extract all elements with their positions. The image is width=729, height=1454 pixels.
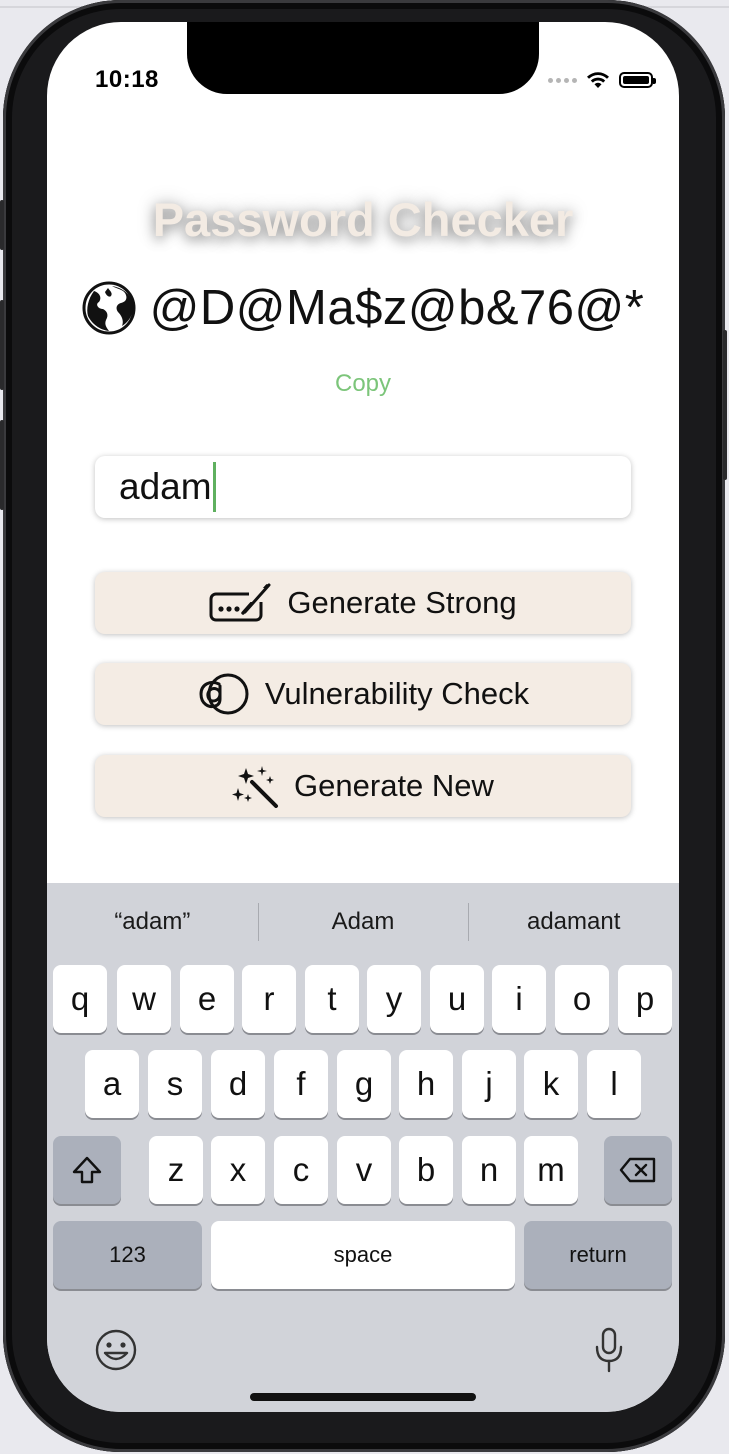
globe-icon <box>82 281 136 335</box>
space-key[interactable]: space <box>211 1221 515 1289</box>
generate-new-label: Generate New <box>294 768 494 803</box>
vulnerability-check-label: Vulnerability Check <box>264 676 530 711</box>
volume-down-button <box>0 420 4 510</box>
wifi-icon <box>587 72 609 88</box>
screen: 10:18 Password Checker @D@Ma$z@b&76@* Co… <box>47 22 679 1412</box>
suggestion-bar: “adam” Adam adamant <box>47 883 679 961</box>
key-z[interactable]: z <box>149 1136 203 1204</box>
at-symbol-icon <box>199 673 249 715</box>
password-input-value: adam <box>119 466 212 507</box>
cellular-signal-icon <box>548 77 577 83</box>
key-o[interactable]: o <box>555 965 609 1033</box>
text-caret <box>212 462 216 512</box>
generate-strong-button[interactable]: Generate Strong <box>95 572 631 634</box>
suggestion-3[interactable]: adamant <box>468 883 679 961</box>
key-f[interactable]: f <box>274 1050 328 1118</box>
keyboard: “adam” Adam adamant q w e r t y u i o p … <box>47 883 679 1412</box>
key-e[interactable]: e <box>180 965 234 1033</box>
key-c[interactable]: c <box>274 1136 328 1204</box>
status-indicators <box>548 68 656 92</box>
key-i[interactable]: i <box>492 965 546 1033</box>
key-r[interactable]: r <box>242 965 296 1033</box>
battery-icon <box>619 72 656 88</box>
key-m[interactable]: m <box>524 1136 578 1204</box>
shift-key[interactable] <box>53 1136 121 1204</box>
key-v[interactable]: v <box>337 1136 391 1204</box>
volume-up-button <box>0 300 4 390</box>
magic-wand-icon <box>232 766 279 808</box>
key-t[interactable]: t <box>305 965 359 1033</box>
shift-arrow-icon <box>72 1156 102 1184</box>
vulnerability-check-button[interactable]: Vulnerability Check <box>95 663 631 725</box>
mute-switch <box>0 200 4 250</box>
key-w[interactable]: w <box>117 965 171 1033</box>
key-k[interactable]: k <box>524 1050 578 1118</box>
key-s[interactable]: s <box>148 1050 202 1118</box>
microphone-icon[interactable] <box>593 1327 625 1373</box>
password-input[interactable]: adam <box>95 456 631 518</box>
key-n[interactable]: n <box>462 1136 516 1204</box>
delete-key[interactable] <box>604 1136 672 1204</box>
emoji-icon[interactable] <box>95 1329 137 1371</box>
key-u[interactable]: u <box>430 965 484 1033</box>
key-d[interactable]: d <box>211 1050 265 1118</box>
key-l[interactable]: l <box>587 1050 641 1118</box>
generate-new-button[interactable]: Generate New <box>95 755 631 817</box>
key-q[interactable]: q <box>53 965 107 1033</box>
status-time: 10:18 <box>95 66 159 93</box>
power-button <box>723 330 727 480</box>
backspace-icon <box>619 1157 656 1183</box>
key-b[interactable]: b <box>399 1136 453 1204</box>
return-key[interactable]: return <box>524 1221 672 1289</box>
key-h[interactable]: h <box>399 1050 453 1118</box>
home-indicator[interactable] <box>250 1393 476 1401</box>
key-g[interactable]: g <box>337 1050 391 1118</box>
key-y[interactable]: y <box>367 965 421 1033</box>
key-x[interactable]: x <box>211 1136 265 1204</box>
numbers-key[interactable]: 123 <box>53 1221 202 1289</box>
key-p[interactable]: p <box>618 965 672 1033</box>
key-a[interactable]: a <box>85 1050 139 1118</box>
suggestion-2[interactable]: Adam <box>257 883 469 961</box>
generated-password-row: @D@Ma$z@b&76@* <box>47 280 679 336</box>
suggestion-1[interactable]: “adam” <box>47 883 258 961</box>
copy-button[interactable]: Copy <box>47 370 679 398</box>
app-title: Password Checker <box>152 193 574 246</box>
notch <box>187 22 539 94</box>
key-j[interactable]: j <box>462 1050 516 1118</box>
generate-strong-label: Generate Strong <box>287 585 517 620</box>
password-pen-icon <box>209 583 274 622</box>
generated-password: @D@Ma$z@b&76@* <box>149 281 645 335</box>
